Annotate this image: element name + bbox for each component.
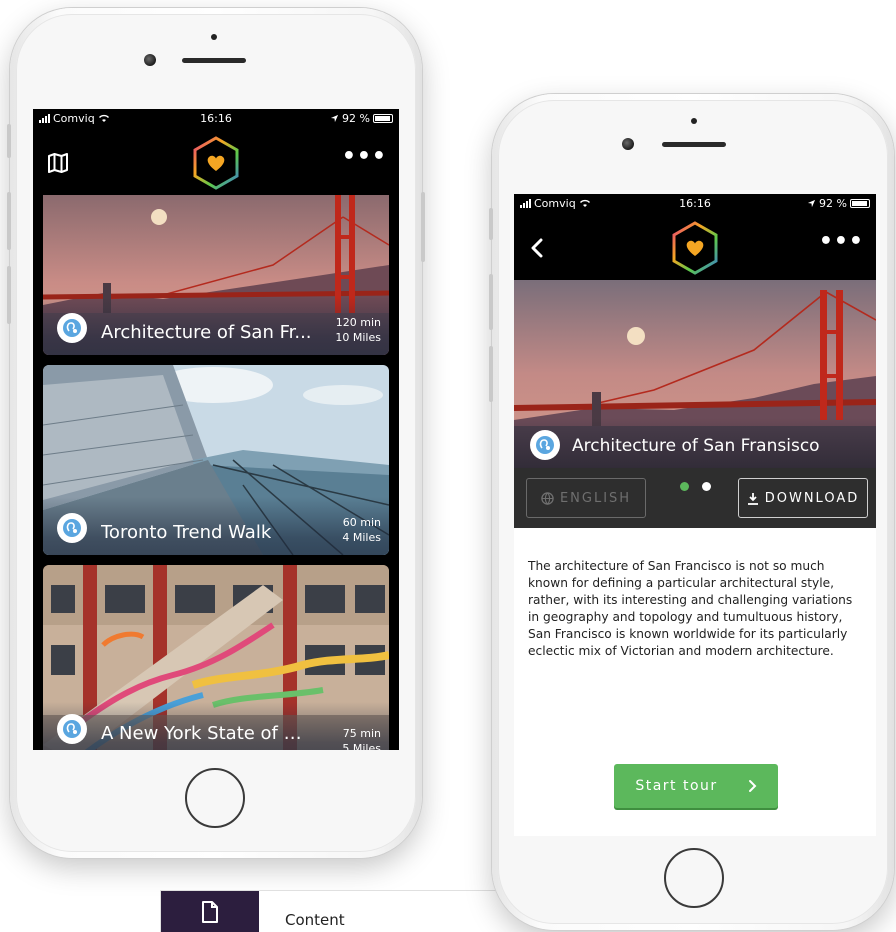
location-arrow-icon (330, 114, 339, 123)
start-tour-button[interactable]: Start tour (614, 764, 778, 808)
pager-dot[interactable] (702, 482, 711, 491)
tour-description: The architecture of San Francisco is not… (528, 559, 853, 658)
tour-distance: 4 Miles (342, 531, 381, 544)
volume-up-button (489, 274, 493, 330)
tour-duration: 60 min (342, 516, 381, 529)
map-pin-icon (536, 436, 554, 454)
volume-up-button (7, 192, 11, 250)
content-icon-box[interactable] (161, 891, 259, 932)
volume-down-button (7, 266, 11, 324)
map-pin-badge (57, 714, 87, 744)
tour-duration: 75 min (342, 727, 381, 740)
more-icon[interactable]: ••• (819, 231, 864, 253)
detail-title: Architecture of San Fransisco (572, 436, 820, 456)
map-icon[interactable] (47, 153, 69, 173)
battery-indicator: 92 % (330, 112, 393, 125)
chevron-right-icon (748, 780, 757, 792)
status-bar: Comviq 16:16 92 % (514, 194, 876, 216)
tour-card[interactable]: Toronto Trend Walk 60 min 4 Miles (43, 365, 389, 555)
battery-icon (850, 199, 870, 208)
content-label: Content (285, 911, 345, 929)
battery-percent: 92 % (342, 112, 370, 125)
proximity-sensor (211, 34, 217, 40)
home-button[interactable] (185, 768, 245, 828)
battery-icon (373, 114, 393, 123)
phone-left: Comviq 16:16 92 % ••• Architecture of Sa… (7, 8, 425, 858)
front-camera (144, 54, 156, 66)
tour-card[interactable]: A New York State of Mi... 75 min 5 Miles (43, 565, 389, 750)
volume-down-button (489, 346, 493, 402)
document-icon (202, 900, 218, 923)
content-panel: Content (160, 890, 521, 932)
nav-bar: ••• (514, 216, 876, 280)
battery-percent: 92 % (819, 197, 847, 210)
map-pin-icon (63, 720, 81, 738)
map-pin-badge (530, 430, 560, 460)
proximity-sensor (691, 118, 697, 124)
earpiece-speaker (662, 142, 726, 147)
mute-switch (7, 124, 11, 158)
hero-image: Architecture of San Fransisco (514, 280, 876, 468)
map-pin-icon (63, 519, 81, 537)
download-icon (747, 492, 758, 505)
mute-switch (489, 208, 493, 240)
tour-list-screen: Comviq 16:16 92 % ••• Architecture of Sa… (33, 109, 399, 750)
tour-duration: 120 min (335, 316, 381, 329)
download-button[interactable]: DOWNLOAD (738, 478, 868, 518)
home-button[interactable] (664, 848, 724, 908)
earpiece-speaker (182, 58, 246, 63)
tour-distance: 10 Miles (335, 331, 381, 344)
front-camera (622, 138, 634, 150)
nav-bar: ••• (33, 131, 399, 195)
hexagon-heart-logo[interactable] (191, 135, 241, 191)
map-pin-badge (57, 313, 87, 343)
tour-meta: 120 min 10 Miles (335, 315, 381, 345)
language-label: ENGLISH (559, 490, 632, 506)
download-label: DOWNLOAD (764, 490, 860, 506)
status-bar: Comviq 16:16 92 % (33, 109, 399, 131)
detail-body: The architecture of San Francisco is not… (514, 528, 876, 836)
power-button (421, 192, 425, 262)
tour-card[interactable]: Architecture of San Fr... 120 min 10 Mil… (43, 195, 389, 355)
tour-meta: 60 min 4 Miles (342, 515, 381, 545)
phone-right: Comviq 16:16 92 % ••• Architecture of Sa… (489, 94, 894, 930)
battery-indicator: 92 % (807, 197, 870, 210)
action-bar: ENGLISH DOWNLOAD (514, 468, 876, 528)
globe-icon (541, 491, 554, 505)
map-pin-icon (63, 319, 81, 337)
more-icon[interactable]: ••• (342, 146, 387, 168)
tour-detail-screen: Comviq 16:16 92 % ••• Architecture of Sa… (514, 194, 876, 836)
tour-distance: 5 Miles (342, 742, 381, 750)
map-pin-badge (57, 513, 87, 543)
tour-title: A New York State of Mi... (101, 723, 313, 744)
tour-title: Architecture of San Fr... (101, 322, 312, 343)
tour-meta: 75 min 5 Miles (342, 726, 381, 750)
back-chevron-icon[interactable] (530, 238, 544, 258)
location-arrow-icon (807, 199, 816, 208)
start-tour-label: Start tour (635, 777, 718, 794)
language-button[interactable]: ENGLISH (526, 478, 646, 518)
tour-title: Toronto Trend Walk (101, 522, 272, 543)
pager-dot-active[interactable] (680, 482, 689, 491)
hexagon-heart-logo[interactable] (670, 220, 720, 276)
